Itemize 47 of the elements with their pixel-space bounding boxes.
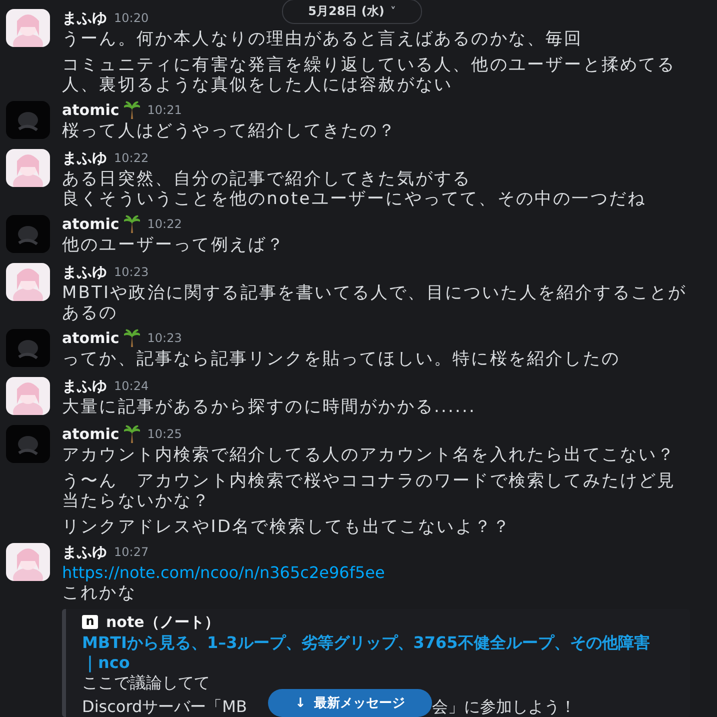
message-text: 良くそういうことを他のnoteユーザーにやってて、その中の一つだね <box>62 189 648 209</box>
message-text: う〜ん アカウント内検索で桜やココナラのワードで検索してみたけど見当たらないかな？ <box>62 471 677 511</box>
message-text: これかな <box>62 583 138 603</box>
timestamp: 10:22 <box>114 151 149 165</box>
timestamp: 10:24 <box>114 379 149 393</box>
username[interactable]: atomic <box>62 215 120 233</box>
username[interactable]: atomic <box>62 425 120 443</box>
message-text: 桜って人はどうやって紹介してきたの？ <box>62 121 398 141</box>
message-text: 大量に記事があるから探すのに時間がかかる...... <box>62 397 478 417</box>
date-label: 5月28日 (水) <box>308 3 384 20</box>
embed-description: ここで議論してて <box>82 673 210 693</box>
timestamp: 10:27 <box>114 545 149 559</box>
username[interactable]: まふゆ <box>62 262 107 282</box>
username[interactable]: atomic <box>62 101 120 119</box>
username[interactable]: まふゆ <box>62 148 107 168</box>
avatar[interactable] <box>6 543 50 581</box>
message-link[interactable]: https://note.com/ncoo/n/n365c2e96f5ee <box>62 563 385 583</box>
avatar[interactable] <box>6 263 50 301</box>
username[interactable]: まふゆ <box>62 542 107 562</box>
timestamp: 10:23 <box>147 331 182 345</box>
username[interactable]: まふゆ <box>62 8 107 28</box>
timestamp: 10:25 <box>147 427 182 441</box>
date-divider[interactable]: 5月28日 (水) ˅ <box>282 0 422 24</box>
note-logo-icon: n <box>82 615 98 629</box>
message-text: 他のユーザーって例えば？ <box>62 235 286 255</box>
jump-to-latest-button[interactable]: ↓ 最新メッセージ <box>268 689 432 717</box>
embed-description: Discordサーバー「MB <box>82 697 247 717</box>
timestamp: 10:22 <box>147 217 182 231</box>
message-text: アカウント内検索で紹介してる人のアカウント名を入れたら出てこない？ <box>62 445 677 465</box>
username[interactable]: atomic <box>62 329 120 347</box>
message-text: ってか、記事なら記事リンクを貼ってほしい。特に桜を紹介したの <box>62 349 621 369</box>
timestamp: 10:21 <box>147 103 182 117</box>
embed-provider: note（ノート） <box>106 612 220 632</box>
avatar[interactable] <box>6 149 50 187</box>
username[interactable]: まふゆ <box>62 376 107 396</box>
message-text: リンクアドレスやID名で検索しても出てこないよ？？ <box>62 517 512 537</box>
timestamp: 10:20 <box>114 11 149 25</box>
message-text: MBTIや政治に関する記事を書いてる人で、目についた人を紹介することがあるの <box>62 283 688 323</box>
avatar[interactable] <box>6 9 50 47</box>
message-text: ある日突然、自分の記事で紹介してきた気がする <box>62 169 472 189</box>
avatar[interactable] <box>6 377 50 415</box>
message-text: うーん。何か本人なりの理由があると言えばあるのかな、毎回 <box>62 29 584 49</box>
embed-title[interactable]: MBTIから見る、1–3ループ、劣等グリップ、3765不健全ループ、その他障害｜nco <box>82 633 652 673</box>
embed-description: 会」に参加しよう！ <box>432 697 576 717</box>
chevron-icon: ˅ <box>390 5 396 18</box>
timestamp: 10:23 <box>114 265 149 279</box>
message-text: コミュニティに有害な発言を繰り返している人、他のユーザーと揉めてる人、裏切るような真似をした人には容赦がない <box>62 55 677 95</box>
